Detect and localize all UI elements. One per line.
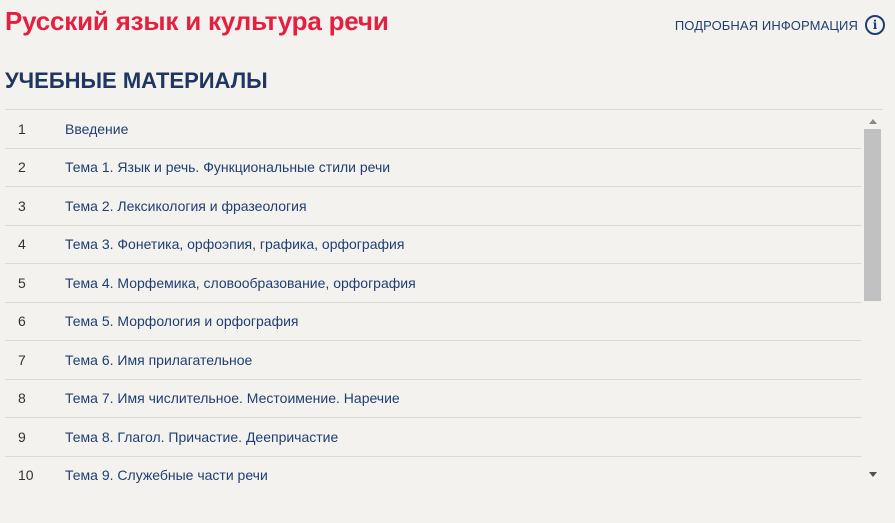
material-number: 7 — [18, 351, 26, 368]
material-link[interactable]: Тема 6. Имя прилагательное — [65, 352, 252, 368]
material-link[interactable]: Тема 1. Язык и речь. Функциональные стил… — [65, 159, 390, 175]
material-row[interactable]: 4 Тема 3. Фонетика, орфоэпия, графика, о… — [5, 226, 862, 264]
material-row[interactable]: 8 Тема 7. Имя числительное. Местоимение.… — [5, 380, 862, 418]
scroll-thumb[interactable] — [864, 129, 881, 301]
material-link[interactable]: Тема 5. Морфология и орфография — [65, 313, 299, 329]
material-link[interactable]: Тема 2. Лексикология и фразеология — [65, 198, 307, 214]
vertical-scrollbar[interactable] — [862, 110, 883, 484]
material-row[interactable]: 9 Тема 8. Глагол. Причастие. Деепричасти… — [5, 418, 862, 457]
material-row[interactable]: 3 Тема 2. Лексикология и фразеология — [5, 187, 862, 226]
material-row[interactable]: 1 Введение — [5, 110, 862, 149]
section-title: УЧЕБНЫЕ МАТЕРИАЛЫ — [5, 68, 268, 93]
material-row[interactable]: 10 Тема 9. Служебные части речи — [5, 457, 862, 485]
materials-list: 1 Введение 2 Тема 1. Язык и речь. Функци… — [5, 110, 862, 484]
material-number: 4 — [18, 236, 26, 253]
course-title: Русский язык и культура речи — [5, 6, 389, 36]
material-number: 1 — [18, 120, 26, 137]
material-row[interactable]: 7 Тема 6. Имя прилагательное — [5, 341, 862, 380]
material-link[interactable]: Тема 3. Фонетика, орфоэпия, графика, орф… — [65, 236, 404, 252]
material-number: 5 — [18, 274, 26, 291]
material-number: 9 — [18, 428, 26, 445]
material-number: 10 — [18, 467, 34, 484]
material-link[interactable]: Тема 4. Морфемика, словообразование, орф… — [65, 275, 416, 291]
materials-list-panel[interactable]: 1 Введение 2 Тема 1. Язык и речь. Функци… — [5, 109, 883, 484]
material-row[interactable]: 5 Тема 4. Морфемика, словообразование, о… — [5, 264, 862, 303]
details-link-label[interactable]: ПОДРОБНАЯ ИНФОРМАЦИЯ — [675, 18, 858, 33]
material-number: 2 — [18, 159, 26, 176]
material-link[interactable]: Тема 7. Имя числительное. Местоимение. Н… — [65, 390, 400, 406]
material-link[interactable]: Тема 9. Служебные части речи — [65, 467, 268, 483]
scroll-down-arrow-icon[interactable] — [862, 465, 883, 483]
details-link[interactable]: ПОДРОБНАЯ ИНФОРМАЦИЯ i — [675, 15, 885, 35]
scroll-track[interactable] — [864, 129, 881, 465]
scroll-up-arrow-icon[interactable] — [862, 112, 883, 130]
material-number: 8 — [18, 390, 26, 407]
material-number: 6 — [18, 313, 26, 330]
material-row[interactable]: 2 Тема 1. Язык и речь. Функциональные ст… — [5, 149, 862, 187]
material-number: 3 — [18, 197, 26, 214]
material-link[interactable]: Тема 8. Глагол. Причастие. Деепричастие — [65, 429, 338, 445]
course-page: Русский язык и культура речи ПОДРОБНАЯ И… — [0, 0, 895, 523]
material-row[interactable]: 6 Тема 5. Морфология и орфография — [5, 303, 862, 341]
info-icon[interactable]: i — [865, 15, 885, 35]
material-link[interactable]: Введение — [65, 121, 128, 137]
